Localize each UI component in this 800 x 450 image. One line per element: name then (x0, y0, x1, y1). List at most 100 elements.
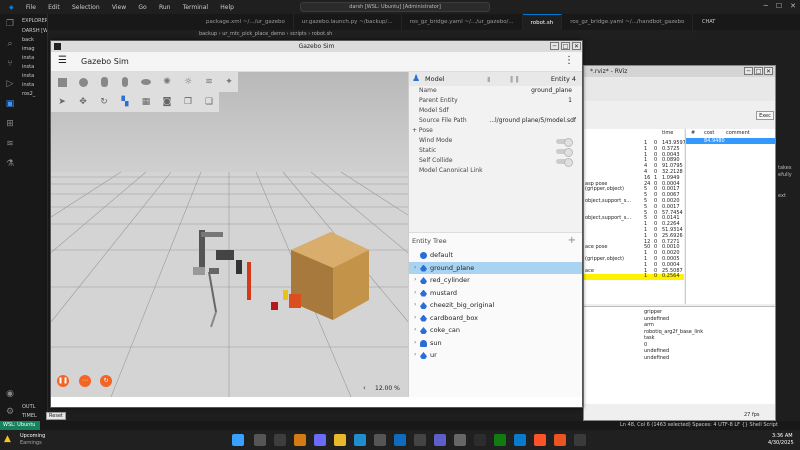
menu-selection[interactable]: Selection (72, 4, 100, 11)
explorer-item[interactable]: insta (20, 64, 47, 73)
menu-file[interactable]: File (26, 4, 36, 11)
store-icon[interactable] (374, 434, 386, 446)
explorer-item[interactable]: insta (20, 73, 47, 82)
point-light-icon[interactable]: ✺ (161, 76, 173, 88)
menu-view[interactable]: View (112, 4, 126, 11)
mail-icon[interactable] (394, 434, 406, 446)
static-toggle[interactable] (556, 148, 573, 157)
menu-terminal[interactable]: Terminal (183, 4, 208, 11)
expand-chevron-icon[interactable]: › (414, 262, 416, 275)
outline-section[interactable]: OUTL (20, 404, 35, 413)
remote-explorer-icon[interactable]: ▣ (0, 94, 20, 114)
rotate-icon[interactable]: ↻ (98, 96, 110, 108)
source-control-icon[interactable]: ⑂ (0, 54, 20, 74)
settings-gear-icon[interactable]: ⚙ (0, 402, 20, 422)
select-arrow-icon[interactable]: ➤ (56, 96, 68, 108)
stage-row[interactable]: 1 0 0.2564 (584, 274, 684, 281)
sphere-shape-icon[interactable] (77, 76, 89, 88)
copy-icon[interactable]: ❐ (182, 96, 194, 108)
settings-taskbar-icon[interactable] (454, 434, 466, 446)
maximize-icon[interactable]: ☐ (776, 2, 782, 10)
edge-icon[interactable] (354, 434, 366, 446)
explorer-icon[interactable]: ❐ (0, 14, 20, 34)
entity-tree-item[interactable]: › coke_can (409, 324, 582, 337)
screenshot-icon[interactable]: ◙ (161, 96, 173, 108)
xbox-icon[interactable] (494, 434, 506, 446)
terminal-icon[interactable] (474, 434, 486, 446)
expand-chevron-icon[interactable]: › (414, 287, 416, 300)
widgets-icon[interactable] (294, 434, 306, 446)
snap-icon[interactable]: ▚ (119, 96, 131, 108)
capsule-shape-icon[interactable] (119, 76, 131, 88)
paste-icon[interactable]: ❏ (203, 96, 215, 108)
entity-tree-item[interactable]: › red_cylinder (409, 274, 582, 287)
widget-title[interactable]: Upcoming (20, 433, 45, 439)
translate-icon[interactable]: ✥ (77, 96, 89, 108)
teams-icon[interactable] (434, 434, 446, 446)
close-icon[interactable]: ✕ (790, 2, 796, 10)
chat-taskbar-icon[interactable] (314, 434, 326, 446)
zoom-back-icon[interactable]: ‹ (363, 384, 366, 392)
tab-ros-gz-bridge[interactable]: ros_gz_bridge.yaml ~/.../ur_gazebo/... (402, 14, 523, 30)
breadcrumb[interactable]: backup › ur_mtc_pick_place_demo › script… (195, 30, 698, 39)
exec-button[interactable]: Exec (756, 111, 774, 120)
pose-row[interactable]: + Pose (409, 126, 582, 136)
gazebo-close-button[interactable]: ✕ (572, 42, 581, 50)
account-icon[interactable]: ◉ (0, 384, 20, 404)
menu-help[interactable]: Help (220, 4, 234, 11)
brave-icon[interactable] (534, 434, 546, 446)
box-shape-icon[interactable] (56, 76, 68, 88)
rviz-close-button[interactable]: ✕ (764, 67, 773, 75)
pose-label[interactable]: + Pose (412, 127, 433, 134)
rviz-minimize-button[interactable]: ─ (744, 67, 753, 75)
gazebo-minimize-button[interactable]: ─ (550, 42, 559, 50)
spot-light-icon[interactable]: ≋ (203, 76, 215, 88)
entity-tree-item[interactable]: › ground_plane (409, 261, 582, 275)
reset-world-button[interactable]: ↻ (100, 375, 112, 387)
expand-chevron-icon[interactable]: › (414, 299, 416, 312)
tab-robot-sh[interactable]: robot.sh (522, 14, 563, 30)
vscode-taskbar-icon[interactable] (514, 434, 526, 446)
wind-toggle[interactable] (556, 138, 573, 147)
explorer-root[interactable]: DARSH [WSL: UBUNTU] (20, 28, 47, 37)
expand-chevron-icon[interactable]: › (414, 324, 416, 337)
ellipsoid-shape-icon[interactable] (140, 76, 152, 88)
generic-app-icon[interactable] (574, 434, 586, 446)
testing-icon[interactable]: ⚗ (0, 154, 20, 174)
selected-solution-row[interactable]: 84.9480 (686, 138, 775, 144)
lock-icon[interactable]: ▮ (487, 72, 491, 86)
kebab-menu-icon[interactable]: ⋮ (564, 55, 574, 66)
pause-button[interactable]: ❚❚ (57, 375, 69, 387)
entity-tree-item[interactable]: › cheezit_big_original (409, 299, 582, 312)
ubuntu-icon[interactable] (554, 434, 566, 446)
light-icon[interactable]: ✦ (223, 76, 235, 88)
explorer-item[interactable]: insta (20, 82, 47, 91)
explorer-item[interactable]: ros2_ (20, 91, 47, 100)
tab-ur-gazebo-launch[interactable]: ur.gazebo.launch.py ~/backup/... (294, 14, 402, 30)
explorer-item[interactable]: back (20, 37, 47, 46)
cylinder-shape-icon[interactable] (98, 76, 110, 88)
expand-chevron-icon[interactable]: › (414, 312, 416, 325)
rviz-maximize-button[interactable]: □ (754, 67, 763, 75)
entity-tree-item[interactable]: › ur (409, 349, 582, 362)
entity-tree-item[interactable]: › mustard (409, 287, 582, 300)
add-entity-icon[interactable]: + (568, 233, 576, 249)
extensions-icon[interactable]: ⊞ (0, 114, 20, 134)
entity-tree-item[interactable]: default (409, 249, 582, 262)
run-debug-icon[interactable]: ▷ (0, 74, 20, 94)
pause-update-icon[interactable]: ❚❚ (509, 72, 520, 86)
scene-3d-viewport[interactable]: ✺ ☼ ≋ ✦ ➤ ✥ ↻ ▚ ▦ ◙ ❐ ❏ ❚❚ ⋯ ↻ ‹ 12.00 % (51, 72, 408, 397)
minimize-icon[interactable]: ─ (764, 2, 768, 10)
file-explorer-icon[interactable] (334, 434, 346, 446)
tab-ros-gz-bridge-handbot[interactable]: ros_gz_bridge.yaml ~/.../handbot_gazebo (562, 14, 694, 30)
start-icon[interactable] (232, 434, 244, 446)
docker-icon[interactable]: ≋ (0, 134, 20, 154)
expand-chevron-icon[interactable]: › (414, 349, 416, 362)
menu-edit[interactable]: Edit (48, 4, 60, 11)
calculator-icon[interactable] (414, 434, 426, 446)
gazebo-maximize-button[interactable]: □ (561, 42, 570, 50)
explorer-item[interactable]: imag (20, 46, 47, 55)
expand-chevron-icon[interactable]: › (414, 274, 416, 287)
tab-package-xml[interactable]: package.xml ~/.../ur_gazebo (198, 14, 294, 30)
tray-clock-time[interactable]: 3:36 AM (772, 433, 793, 439)
